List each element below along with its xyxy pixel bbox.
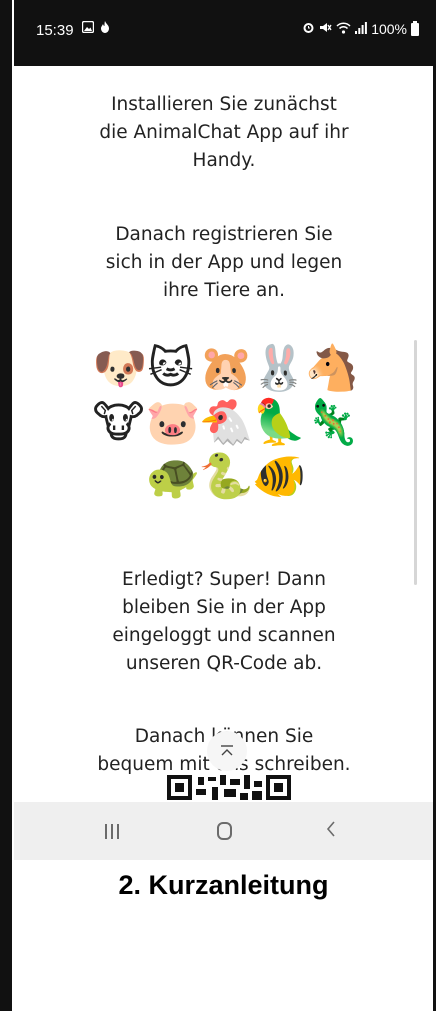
recent-apps-icon <box>105 823 119 839</box>
battery-percent: 100% <box>371 21 407 37</box>
status-time: 15:39 <box>36 22 74 39</box>
text-line: ihre Tiere an. <box>163 280 285 301</box>
text-line: bleiben Sie in der App <box>122 597 326 618</box>
parrot-emoji: 🦜 <box>251 397 307 448</box>
signal-icon <box>355 21 368 37</box>
text-line: unseren QR-Code ab. <box>125 653 323 674</box>
hamster-emoji: 🐹 <box>198 343 254 394</box>
qr-finder-pattern <box>266 775 291 800</box>
cow-emoji: 🐮 <box>92 397 145 448</box>
animal-emoji-row-2: 🐮 🐷 🐔 🦜 🦎 <box>14 397 433 449</box>
text-line: eingeloggt und scannen <box>112 625 336 646</box>
text-line: Handy. <box>192 150 256 171</box>
rooster-emoji: 🐔 <box>198 397 254 448</box>
qr-data-modules <box>194 775 264 800</box>
frame-border-left <box>0 0 12 1011</box>
instruction-install-app: Installieren Sie zunächst die AnimalChat… <box>74 91 374 175</box>
fish-emoji: 🐠 <box>251 451 307 502</box>
battery-icon <box>411 20 419 36</box>
cat-emoji: 🐱 <box>147 343 194 394</box>
snake-emoji: 🐍 <box>198 451 254 502</box>
navigation-bar <box>14 802 433 860</box>
pig-emoji: 🐷 <box>145 397 201 448</box>
text-line: die AnimalChat App auf ihr <box>99 122 349 143</box>
instruction-register: Danach registrieren Sie sich in der App … <box>74 221 374 305</box>
text-line: Installieren Sie zunächst <box>111 94 337 115</box>
horse-emoji: 🐴 <box>304 343 360 394</box>
text-line: Erledigt? Super! Dann <box>122 569 326 590</box>
text-line: sich in der App und legen <box>105 252 343 273</box>
home-icon <box>216 822 232 840</box>
chevron-up-icon <box>219 745 235 757</box>
turtle-emoji: 🐢 <box>145 451 201 502</box>
figure-caption: 2. Kurzanleitung <box>118 870 329 900</box>
scroll-to-top-button[interactable] <box>207 731 247 771</box>
rabbit-emoji: 🐰 <box>251 343 307 394</box>
animal-emoji-row-3: 🐢 🐍 🐠 <box>14 451 433 503</box>
lizard-emoji: 🦎 <box>304 397 360 448</box>
alarm-icon <box>302 21 315 37</box>
text-line: Danach registrieren Sie <box>115 224 333 245</box>
status-bar: 15:39 100% <box>14 0 433 66</box>
back-icon <box>326 821 336 841</box>
recent-apps-button[interactable] <box>92 816 132 846</box>
phone-screen: 15:39 100% Installieren Sie zunächst die… <box>14 0 433 912</box>
dog-emoji: 🐶 <box>92 343 148 394</box>
scrollbar[interactable] <box>414 340 417 585</box>
home-button[interactable] <box>204 816 244 846</box>
fire-notification-icon <box>100 21 110 37</box>
qr-code <box>167 775 291 800</box>
chat-instructions-content: Installieren Sie zunächst die AnimalChat… <box>14 66 433 802</box>
qr-finder-pattern <box>167 775 192 800</box>
instruction-scan-qr: Erledigt? Super! Dann bleiben Sie in der… <box>74 566 374 678</box>
gallery-notification-icon <box>81 20 95 37</box>
animal-emoji-row-1: 🐶 🐱 🐹 🐰 🐴 <box>14 343 433 395</box>
wifi-icon <box>336 21 351 37</box>
status-right-icons: 100% <box>302 20 419 37</box>
back-button[interactable] <box>311 816 351 846</box>
mute-icon <box>319 21 332 37</box>
